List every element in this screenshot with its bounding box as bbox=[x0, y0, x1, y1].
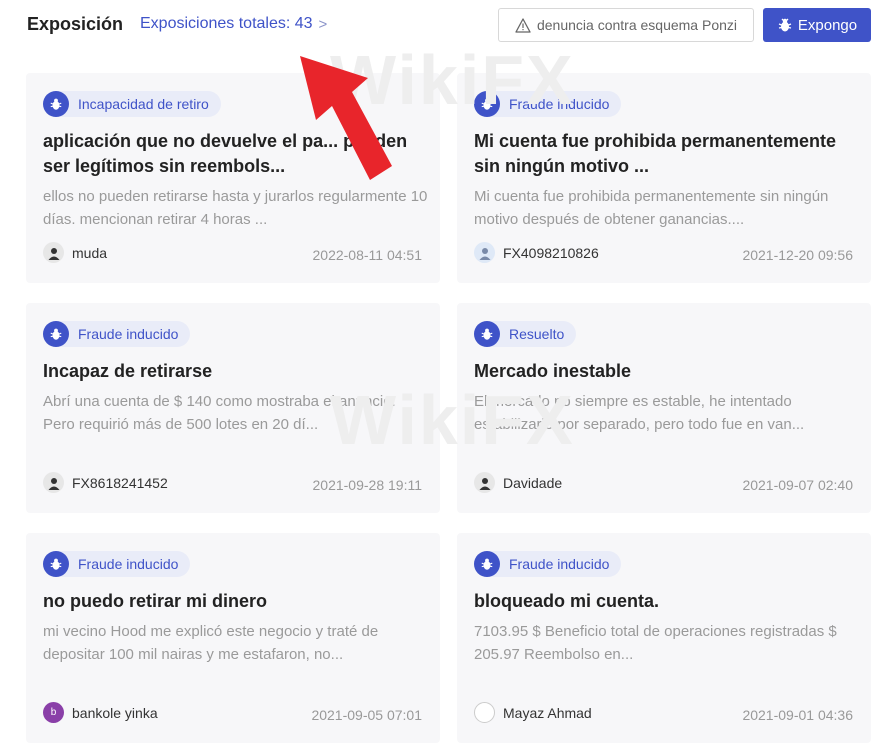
card-description: El mercado no siempre es estable, he int… bbox=[474, 393, 805, 433]
page-title: Exposición bbox=[27, 14, 124, 34]
author-name: muda bbox=[72, 244, 108, 261]
author-name: FX8618241452 bbox=[72, 474, 168, 491]
bug-icon bbox=[43, 551, 69, 577]
user-avatar-icon bbox=[474, 472, 495, 493]
category-tag: Fraude inducido bbox=[43, 321, 191, 347]
exposure-card[interactable]: Resuelto Mercado inestable El mercado no… bbox=[457, 303, 871, 513]
card-date: 2021-09-05 07:01 bbox=[311, 707, 422, 723]
category-label: Fraude inducido bbox=[509, 96, 610, 112]
card-date: 2021-09-28 19:11 bbox=[312, 477, 423, 493]
user-avatar-icon bbox=[43, 472, 64, 493]
bug-icon bbox=[474, 91, 500, 117]
user-avatar-icon bbox=[474, 702, 495, 723]
category-tag: Fraude inducido bbox=[474, 551, 622, 577]
author-name: bankole yinka bbox=[72, 704, 158, 721]
exposure-card[interactable]: Incapacidad de retiro aplicación que no … bbox=[26, 73, 440, 283]
user-avatar-icon bbox=[474, 242, 495, 263]
category-label: Fraude inducido bbox=[78, 326, 179, 342]
card-author: FX8618241452 bbox=[43, 472, 168, 493]
user-avatar-icon bbox=[43, 242, 64, 263]
category-label: Fraude inducido bbox=[78, 556, 179, 572]
bug-icon bbox=[43, 321, 69, 347]
card-author: Davidade bbox=[474, 472, 562, 493]
page-header: Exposición Exposiciones totales: 43 > de… bbox=[0, 0, 894, 50]
exposure-card[interactable]: Fraude inducido no puedo retirar mi dine… bbox=[26, 533, 440, 743]
expose-button[interactable]: Expongo bbox=[763, 8, 871, 42]
card-author: FX4098210826 bbox=[474, 242, 599, 263]
card-author: b bankole yinka bbox=[43, 702, 158, 723]
category-tag: Resuelto bbox=[474, 321, 577, 347]
bug-icon bbox=[43, 91, 69, 117]
card-date: 2021-12-20 09:56 bbox=[742, 247, 853, 263]
total-exposures-link[interactable]: Exposiciones totales: 43 > bbox=[140, 15, 327, 33]
category-tag: Fraude inducido bbox=[474, 91, 622, 117]
user-avatar-icon: b bbox=[43, 702, 64, 723]
card-description: Mi cuenta fue prohibida permanentemente … bbox=[474, 188, 829, 228]
bug-icon bbox=[777, 17, 793, 33]
card-title: Mercado inestable bbox=[474, 361, 632, 381]
card-author: Mayaz Ahmad bbox=[474, 702, 592, 723]
expose-label: Expongo bbox=[797, 16, 858, 34]
card-description: mi vecino Hood me explicó este negocio y… bbox=[43, 623, 379, 663]
exposure-card[interactable]: Fraude inducido Mi cuenta fue prohibida … bbox=[457, 73, 871, 283]
exposure-card[interactable]: Fraude inducido bloqueado mi cuenta. 710… bbox=[457, 533, 871, 743]
author-name: Davidade bbox=[503, 474, 563, 491]
ponzi-report-button[interactable]: denuncia contra esquema Ponzi bbox=[498, 8, 754, 42]
chevron-right-icon: > bbox=[318, 15, 328, 33]
total-exposures-label: Exposiciones totales: 43 bbox=[140, 15, 313, 32]
card-date: 2021-09-01 04:36 bbox=[742, 707, 853, 723]
card-author: muda bbox=[43, 242, 107, 263]
card-date: 2021-09-07 02:40 bbox=[742, 477, 853, 493]
bug-icon bbox=[474, 551, 500, 577]
category-tag: Incapacidad de retiro bbox=[43, 91, 221, 117]
author-name: Mayaz Ahmad bbox=[503, 704, 592, 721]
card-title: aplicación que no devuelve el pa... pued… bbox=[43, 131, 408, 176]
category-label: Incapacidad de retiro bbox=[78, 96, 209, 112]
card-description: Abrí una cuenta de $ 140 como mostraba e… bbox=[43, 393, 396, 433]
card-title: Mi cuenta fue prohibida permanentemente … bbox=[474, 131, 837, 176]
category-tag: Fraude inducido bbox=[43, 551, 191, 577]
bug-icon bbox=[474, 321, 500, 347]
card-title: no puedo retirar mi dinero bbox=[43, 591, 268, 611]
category-label: Resuelto bbox=[509, 326, 565, 342]
exposure-card[interactable]: Fraude inducido Incapaz de retirarse Abr… bbox=[26, 303, 440, 513]
card-title: bloqueado mi cuenta. bbox=[474, 591, 660, 611]
warning-icon bbox=[515, 17, 531, 33]
ponzi-report-label: denuncia contra esquema Ponzi bbox=[536, 17, 738, 33]
card-title: Incapaz de retirarse bbox=[43, 361, 213, 381]
card-description: 7103.95 $ Beneficio total de operaciones… bbox=[474, 623, 837, 663]
card-description: ellos no pueden retirarse hasta y jurarl… bbox=[43, 188, 428, 228]
category-label: Fraude inducido bbox=[509, 556, 610, 572]
card-date: 2022-08-11 04:51 bbox=[312, 247, 423, 263]
author-name: FX4098210826 bbox=[503, 244, 599, 261]
